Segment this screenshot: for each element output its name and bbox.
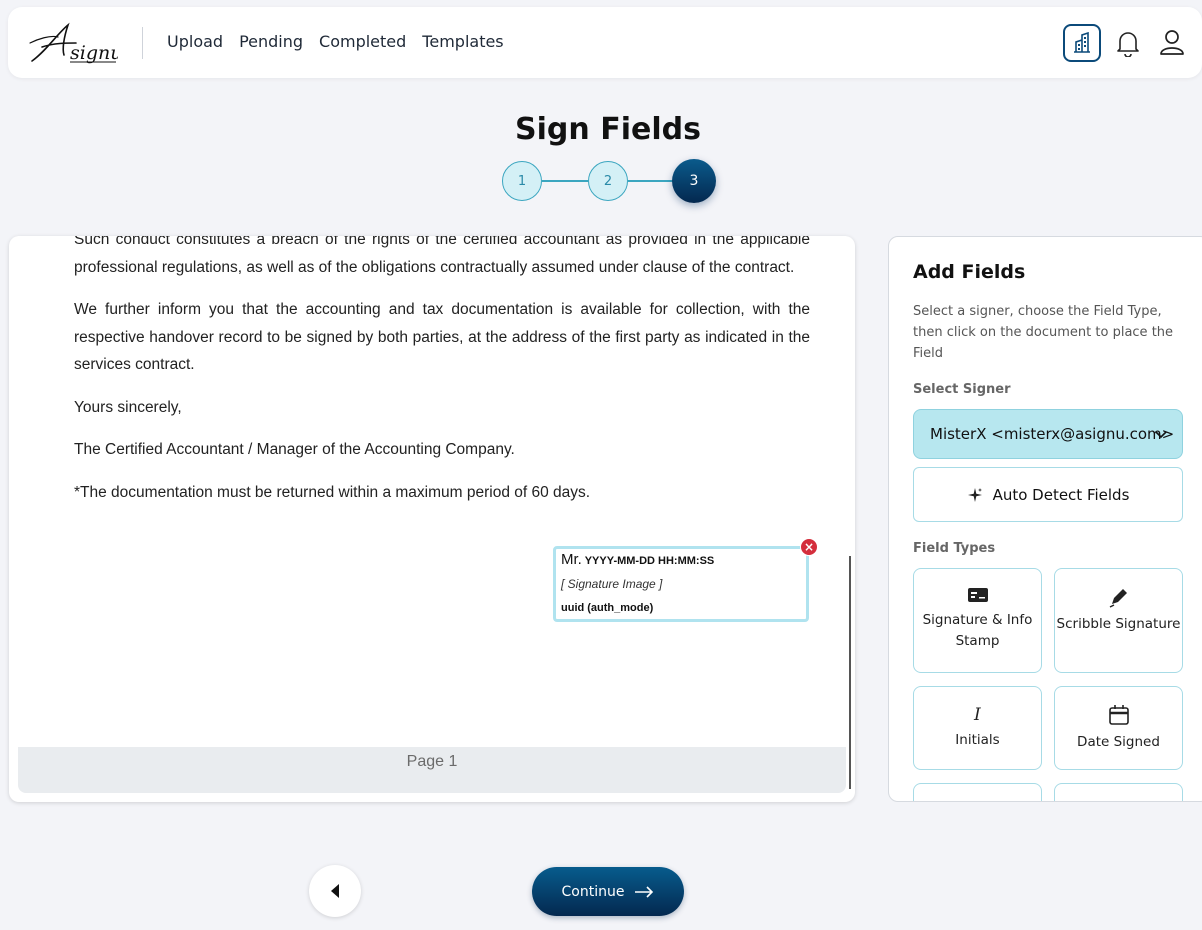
field-type-icon bbox=[1108, 800, 1130, 802]
field-type-signature-stamp[interactable]: Signature & Info Stamp bbox=[913, 568, 1042, 673]
sparkle-icon bbox=[967, 487, 982, 502]
signature-image-placeholder: [ Signature Image ] bbox=[561, 577, 663, 591]
pen-icon bbox=[1109, 589, 1127, 608]
auto-detect-label: Auto Detect Fields bbox=[992, 485, 1130, 504]
field-type-label: Date Signed bbox=[1077, 734, 1160, 750]
user-icon[interactable] bbox=[1159, 28, 1185, 56]
page-label: Page 1 bbox=[18, 747, 846, 793]
signer-prefix: Mr. bbox=[561, 551, 582, 568]
doc-paragraph: We further inform you that the accountin… bbox=[74, 301, 810, 373]
italic-i-icon: I bbox=[973, 705, 981, 724]
organization-button[interactable] bbox=[1063, 24, 1101, 62]
doc-paragraph: Such conduct constitutes a breach of the… bbox=[74, 236, 810, 276]
nav-links: Upload Pending Completed Templates bbox=[167, 32, 504, 51]
panel-description: Select a signer, choose the Field Type, … bbox=[913, 304, 1174, 361]
placed-signature-field[interactable]: Mr. YYYY-MM-DD HH:MM:SS [ Signature Imag… bbox=[553, 546, 809, 622]
field-type-partial[interactable] bbox=[1054, 783, 1183, 802]
arrow-right-icon bbox=[635, 885, 654, 898]
continue-label: Continue bbox=[561, 883, 625, 900]
add-fields-panel: Add Fields Select a signer, choose the F… bbox=[888, 236, 1202, 802]
signer-select[interactable]: MisterX <misterx@asignu.com> bbox=[913, 409, 1183, 459]
chevron-down-icon bbox=[1155, 431, 1167, 439]
doc-paragraph: Yours sincerely, bbox=[74, 398, 182, 416]
continue-button[interactable]: Continue bbox=[532, 867, 684, 916]
field-type-partial[interactable] bbox=[913, 783, 1042, 801]
document-viewer[interactable]: Such conduct constitutes a breach of the… bbox=[9, 236, 855, 802]
auto-detect-button[interactable]: Auto Detect Fields bbox=[913, 467, 1183, 522]
document-scrollbar[interactable] bbox=[849, 556, 851, 789]
field-type-label: Initials bbox=[955, 732, 1000, 748]
step-connector bbox=[628, 180, 674, 182]
field-type-date-signed[interactable]: Date Signed bbox=[1054, 686, 1183, 770]
page-title: Sign Fields bbox=[515, 112, 701, 147]
asignu-logo[interactable]: signu bbox=[28, 21, 118, 65]
step-connector bbox=[542, 180, 588, 182]
stamp-card-icon bbox=[967, 588, 988, 602]
bell-icon[interactable] bbox=[1116, 29, 1140, 57]
caret-left-icon bbox=[331, 884, 339, 898]
svg-text:signu: signu bbox=[70, 42, 118, 64]
signature-auth-footer: uuid (auth_mode) bbox=[561, 602, 654, 614]
signature-field-header: Mr. YYYY-MM-DD HH:MM:SS bbox=[561, 551, 714, 568]
svg-text:I: I bbox=[973, 705, 981, 724]
signature-datetime: YYYY-MM-DD HH:MM:SS bbox=[584, 555, 715, 567]
doc-paragraph: The Certified Accountant / Manager of th… bbox=[74, 441, 515, 458]
top-nav: signu Upload Pending Completed Templates bbox=[8, 7, 1202, 78]
document-page[interactable]: Such conduct constitutes a breach of the… bbox=[18, 236, 846, 747]
step-2[interactable]: 2 bbox=[588, 161, 628, 201]
calendar-icon bbox=[1108, 705, 1129, 725]
panel-title: Add Fields bbox=[913, 261, 1026, 283]
field-type-label: Signature & Info Stamp bbox=[922, 612, 1033, 649]
field-type-label: Scribble Signature bbox=[1056, 616, 1181, 632]
field-types-label: Field Types bbox=[913, 541, 996, 556]
doc-paragraph: *The documentation must be returned with… bbox=[74, 483, 591, 501]
selected-signer: MisterX <misterx@asignu.com> bbox=[930, 425, 1175, 443]
nav-upload[interactable]: Upload bbox=[167, 32, 223, 51]
step-3[interactable]: 3 bbox=[672, 159, 716, 203]
back-button[interactable] bbox=[309, 865, 361, 917]
field-type-scribble[interactable]: Scribble Signature bbox=[1054, 568, 1183, 673]
building-icon bbox=[1074, 32, 1090, 53]
nav-divider bbox=[142, 27, 143, 59]
step-1[interactable]: 1 bbox=[502, 161, 542, 201]
nav-pending[interactable]: Pending bbox=[239, 32, 303, 51]
field-type-initials[interactable]: I Initials bbox=[913, 686, 1042, 770]
remove-field-icon[interactable]: × bbox=[800, 538, 818, 556]
nav-completed[interactable]: Completed bbox=[319, 32, 406, 51]
select-signer-label: Select Signer bbox=[913, 382, 1011, 397]
nav-templates[interactable]: Templates bbox=[422, 32, 503, 51]
document-text: Such conduct constitutes a breach of the… bbox=[74, 236, 810, 521]
stepper: 1 2 3 bbox=[501, 159, 717, 204]
